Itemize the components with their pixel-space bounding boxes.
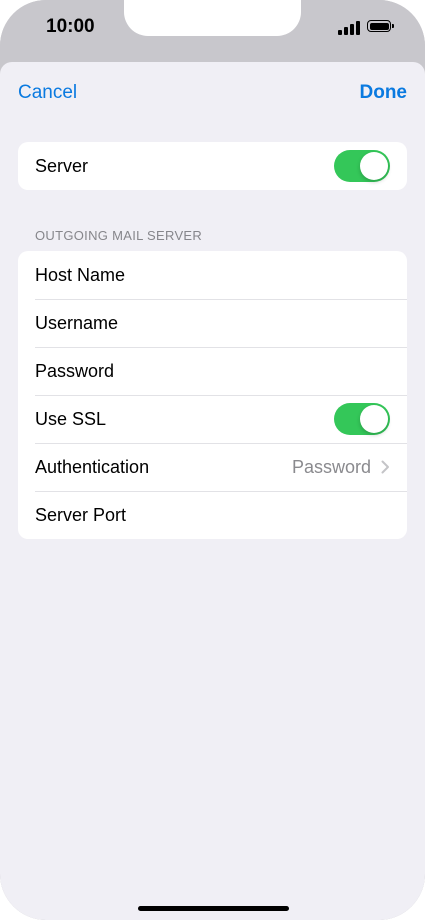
outgoing-mail-server-card: Host Name Username Password Use SSL Auth… (18, 251, 407, 539)
chevron-right-icon (381, 460, 389, 474)
authentication-value-wrap: Password (292, 443, 390, 491)
status-bar: 10:00 (0, 0, 425, 60)
host-name-label: Host Name (35, 264, 126, 285)
server-port-row[interactable]: Server Port (18, 491, 407, 539)
server-settings-sheet: Cancel Done Server OUTGOING MAIL SERVER … (0, 62, 425, 920)
home-indicator (138, 906, 289, 911)
host-name-row[interactable]: Host Name (18, 251, 407, 299)
use-ssl-toggle[interactable] (334, 403, 390, 435)
outgoing-mail-server-header: OUTGOING MAIL SERVER (35, 228, 203, 243)
username-label: Username (35, 312, 119, 333)
battery-icon (367, 20, 394, 32)
authentication-label: Authentication (35, 456, 150, 477)
status-time: 10:00 (46, 16, 95, 37)
password-row[interactable]: Password (18, 347, 407, 395)
phone-frame: 10:00 Cancel Done Server OUTGOING MAIL S… (0, 0, 425, 920)
notch (124, 0, 301, 36)
use-ssl-label: Use SSL (35, 408, 107, 429)
cancel-button[interactable]: Cancel (18, 82, 77, 104)
server-row: Server (18, 142, 407, 190)
username-row[interactable]: Username (18, 299, 407, 347)
server-label: Server (35, 155, 89, 176)
authentication-value: Password (291, 456, 371, 477)
server-card: Server (18, 142, 407, 190)
cellular-signal-icon (338, 19, 360, 35)
done-button[interactable]: Done (360, 82, 408, 104)
server-port-label: Server Port (35, 504, 127, 525)
authentication-row[interactable]: Authentication Password (18, 443, 407, 491)
password-label: Password (35, 360, 115, 381)
server-toggle[interactable] (334, 150, 390, 182)
use-ssl-row: Use SSL (18, 395, 407, 443)
